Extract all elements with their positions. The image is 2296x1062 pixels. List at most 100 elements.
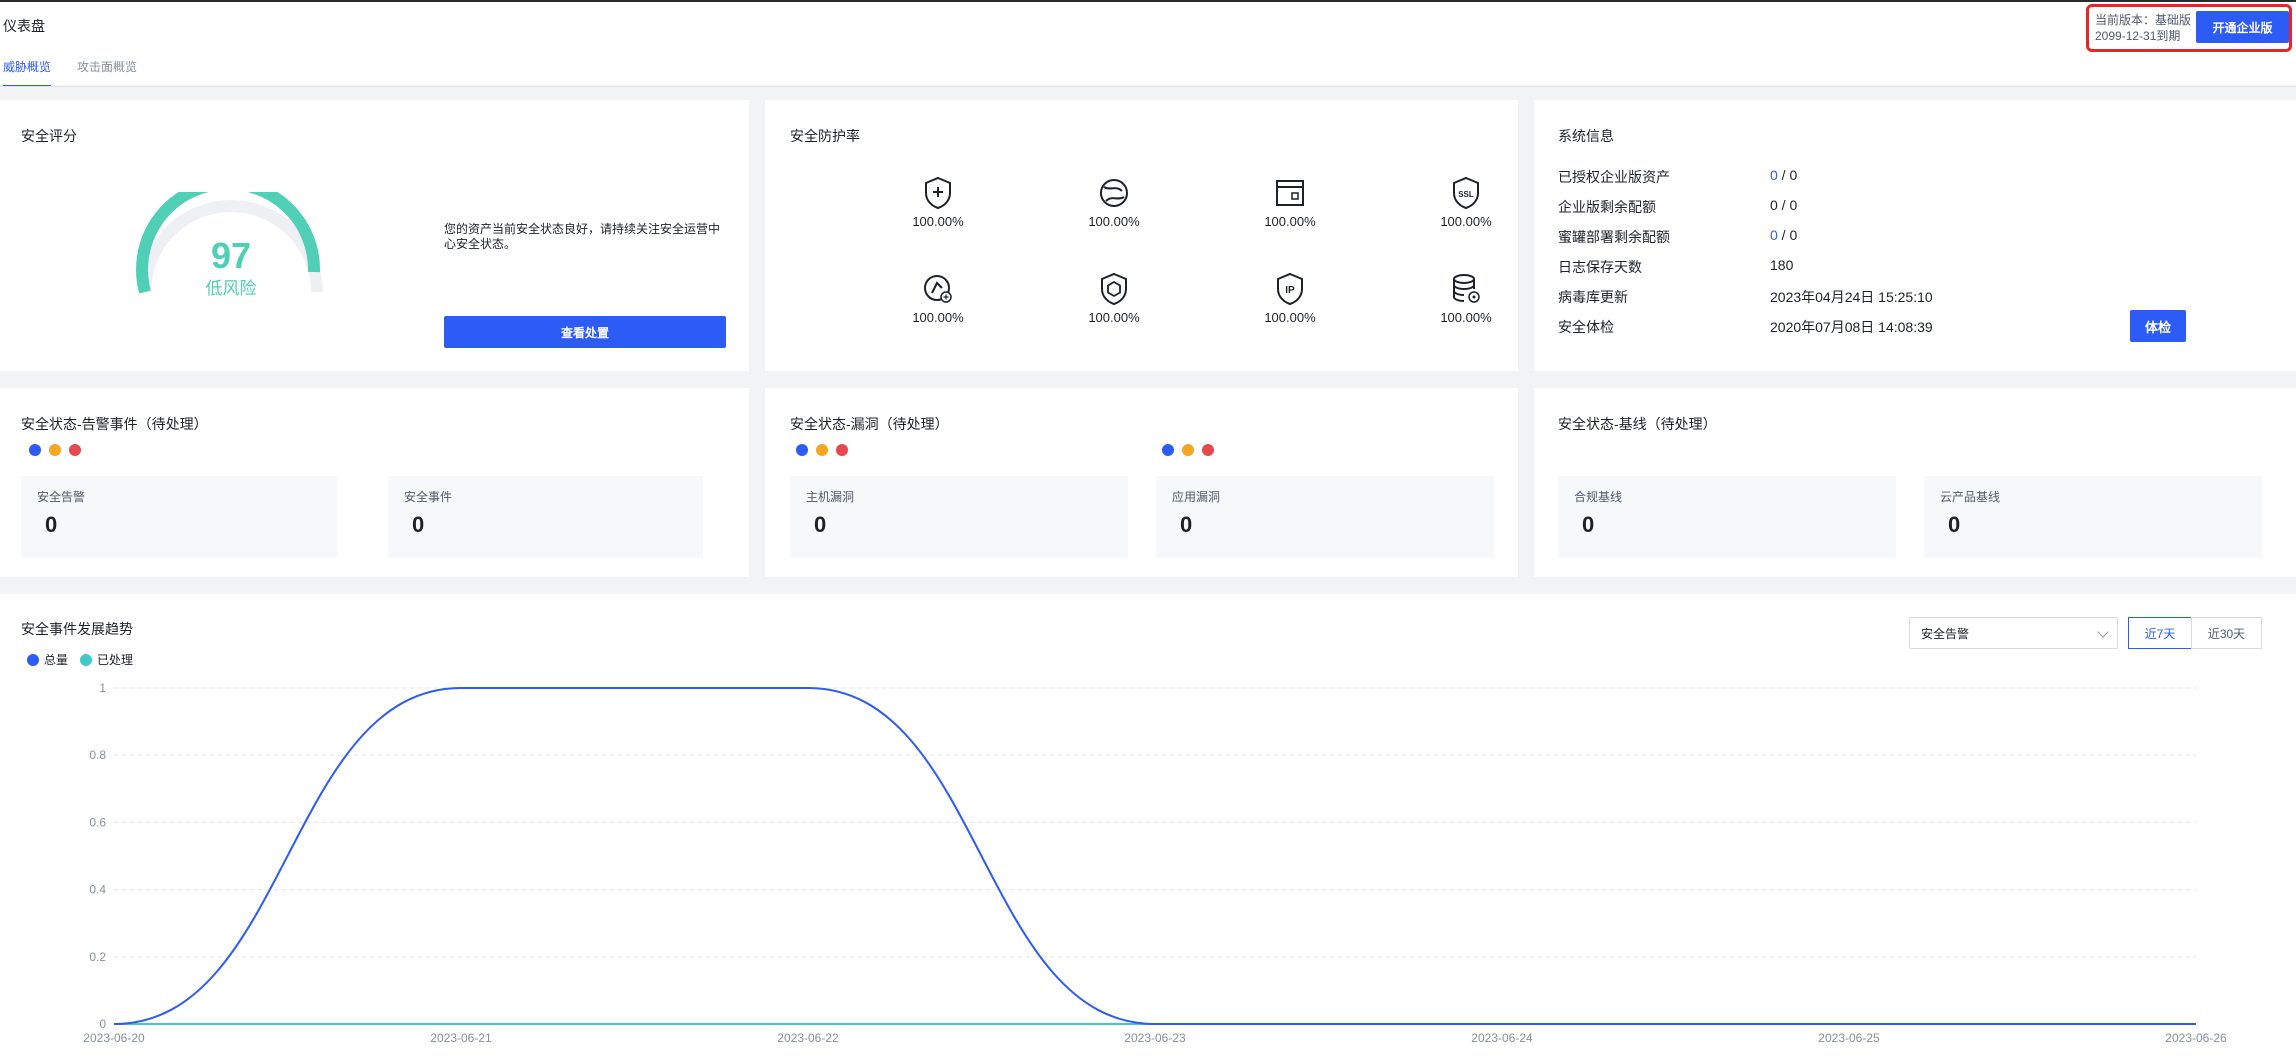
protection-item-ssl: SSL 100.00% [1406, 175, 1526, 229]
security-check-value: 2020年07月08日 14:08:39 [1770, 319, 1933, 335]
security-alerts-stat[interactable]: 安全告警 0 [21, 476, 337, 558]
y-tick-label: 0.6 [89, 815, 106, 829]
protection-rate-title: 安全防护率 [790, 128, 860, 144]
page-header: 仪表盘 威胁概览 攻击面概览 当前版本：基础版 2099-12-31到期 开通企… [0, 0, 2296, 87]
system-info-card: 系统信息 已授权企业版资产 0 / 0 企业版剩余配额 0 / 0 蜜罐部署剩余… [1534, 100, 2296, 371]
stat-value: 0 [412, 512, 425, 537]
security-check-label: 安全体检 [1558, 319, 1614, 335]
protection-item-container: 100.00% [1054, 271, 1174, 325]
host-vuln-severity-dots [796, 444, 848, 456]
severity-dot-low [29, 444, 41, 456]
protection-rate-card: 安全防护率 100.00% 100.00% 100.00% SSL 100.00… [765, 100, 1518, 371]
trend-card: 安全事件发展趋势 总量 已处理 0 0.2 0.4 0.6 0.8 1 2023-06-20… [0, 594, 2296, 1062]
protection-rate-value: 100.00% [1264, 214, 1316, 229]
x-tick-label: 2023-06-21 [430, 1031, 492, 1045]
y-tick-label: 0 [99, 1017, 106, 1031]
version-panel: 当前版本：基础版 2099-12-31到期 开通企业版 [2086, 4, 2292, 52]
honeypot-quota-label: 蜜罐部署剩余配额 [1558, 229, 1670, 245]
stat-value: 0 [1948, 512, 1961, 537]
vulnerability-status-card: 安全状态-漏洞（待处理） 主机漏洞 0 应用漏洞 0 [765, 388, 1518, 577]
protection-item-host: 100.00% [878, 175, 998, 229]
svg-text:IP: IP [1285, 285, 1295, 296]
authorized-assets-link[interactable]: 0 [1770, 167, 1778, 183]
security-events-stat[interactable]: 安全事件 0 [388, 476, 703, 558]
score-description: 您的资产当前安全状态良好，请持续关注安全运营中心安全状态。 [444, 222, 721, 251]
y-tick-label: 1 [99, 681, 106, 695]
ip-shield-icon: IP [1277, 272, 1303, 306]
current-version-text: 当前版本：基础版 [2095, 13, 2192, 27]
severity-dot-medium [816, 444, 828, 456]
stat-label: 应用漏洞 [1172, 490, 1221, 504]
protection-rate-value: 100.00% [1088, 214, 1140, 229]
x-tick-label: 2023-06-25 [1818, 1031, 1880, 1045]
x-tick-label: 2023-06-20 [83, 1031, 145, 1045]
protection-item-web: 100.00% [1054, 175, 1174, 229]
stat-value: 0 [45, 512, 58, 537]
protection-item-app: 100.00% [1230, 175, 1350, 229]
compass-shield-icon [924, 275, 952, 303]
y-tick-label: 0.2 [89, 950, 106, 964]
honeypot-quota-link[interactable]: 0 [1770, 227, 1778, 243]
severity-dot-high [1202, 444, 1214, 456]
protection-item-ip: IP 100.00% [1230, 271, 1350, 325]
y-tick-label: 0.4 [89, 883, 106, 897]
log-retention-label: 日志保存天数 [1558, 259, 1642, 275]
cloud-baseline-stat[interactable]: 云产品基线 0 [1924, 476, 2262, 558]
severity-dots [29, 444, 81, 456]
baseline-status-card: 安全状态-基线（待处理） 合规基线 0 云产品基线 0 [1534, 388, 2296, 577]
app-vulnerabilities-stat[interactable]: 应用漏洞 0 [1156, 476, 1494, 558]
stat-label: 安全告警 [37, 490, 86, 504]
vulnerability-status-title: 安全状态-漏洞（待处理） [790, 416, 949, 432]
globe-icon [1100, 179, 1128, 207]
page-title: 仪表盘 [3, 18, 45, 34]
range-7-days-button[interactable]: 近7天 [2128, 617, 2192, 649]
x-tick-label: 2023-06-26 [2165, 1031, 2227, 1045]
protection-rate-value: 100.00% [1264, 310, 1316, 325]
stat-label: 主机漏洞 [806, 490, 855, 504]
x-tick-label: 2023-06-24 [1471, 1031, 1533, 1045]
protection-item-network: 100.00% [878, 271, 998, 325]
tab-bar: 威胁概览 攻击面概览 [3, 58, 163, 87]
series-line-0[interactable] [113, 687, 2196, 1025]
trend-chart: 0 0.2 0.4 0.6 0.8 1 2023-06-20 2023-06-21 2023-0… [83, 681, 2227, 1045]
authorized-assets-value: 0 / 0 [1770, 167, 1798, 183]
run-check-button[interactable]: 体检 [2130, 310, 2186, 342]
protection-rate-value: 100.00% [1440, 310, 1492, 325]
host-vulnerabilities-stat[interactable]: 主机漏洞 0 [790, 476, 1128, 558]
virus-db-update-value: 2023年04月24日 15:25:10 [1770, 289, 1933, 305]
range-30-days-button[interactable]: 近30天 [2191, 617, 2262, 649]
protection-item-database: 100.00% [1406, 271, 1526, 325]
shield-plus-icon [925, 176, 951, 210]
severity-dot-low [1162, 444, 1174, 456]
view-handling-button[interactable]: 查看处置 [444, 316, 726, 348]
event-type-select[interactable]: 安全告警 [1909, 617, 2118, 649]
severity-dot-medium [49, 444, 61, 456]
enterprise-quota-value: 0 / 0 [1770, 197, 1798, 213]
ssl-shield-icon: SSL [1453, 176, 1479, 210]
severity-dot-high [836, 444, 848, 456]
hexagon-icon [1101, 272, 1127, 306]
score-value: 97 [210, 235, 252, 276]
stat-label: 云产品基线 [1940, 490, 2001, 504]
protection-rate-value: 100.00% [1088, 310, 1140, 325]
honeypot-quota-value: 0 / 0 [1770, 227, 1798, 243]
upgrade-enterprise-button[interactable]: 开通企业版 [2196, 11, 2289, 43]
chevron-down-icon [2097, 626, 2109, 638]
x-tick-label: 2023-06-23 [1124, 1031, 1186, 1045]
severity-dot-medium [1182, 444, 1194, 456]
tab-threat-overview[interactable]: 威胁概览 [3, 58, 52, 87]
log-retention-value: 180 [1770, 257, 1794, 273]
alert-status-title: 安全状态-告警事件（待处理） [21, 416, 208, 432]
tab-attack-surface-overview[interactable]: 攻击面概览 [77, 58, 137, 87]
stat-value: 0 [814, 512, 827, 537]
protection-rate-value: 100.00% [912, 214, 964, 229]
stat-label: 安全事件 [404, 490, 453, 504]
x-tick-label: 2023-06-22 [777, 1031, 839, 1045]
expiry-date-text: 2099-12-31到期 [2095, 29, 2181, 43]
y-tick-label: 0.8 [89, 748, 106, 762]
system-info-title: 系统信息 [1558, 128, 1614, 144]
header-divider [0, 86, 2296, 87]
severity-dot-low [796, 444, 808, 456]
compliance-baseline-stat[interactable]: 合规基线 0 [1558, 476, 1896, 558]
app-vuln-severity-dots [1162, 444, 1214, 456]
